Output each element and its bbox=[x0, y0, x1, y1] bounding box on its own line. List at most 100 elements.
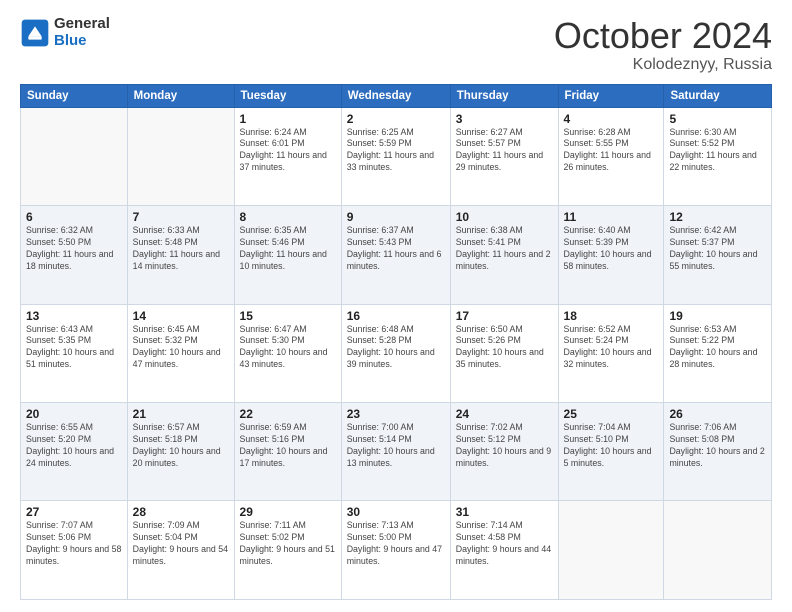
day-number: 18 bbox=[564, 309, 659, 323]
table-row: 8Sunrise: 6:35 AM Sunset: 5:46 PM Daylig… bbox=[234, 206, 341, 304]
table-row: 13Sunrise: 6:43 AM Sunset: 5:35 PM Dayli… bbox=[21, 304, 128, 402]
day-number: 26 bbox=[669, 407, 766, 421]
day-number: 12 bbox=[669, 210, 766, 224]
header-tuesday: Tuesday bbox=[234, 84, 341, 107]
day-number: 13 bbox=[26, 309, 122, 323]
table-row: 28Sunrise: 7:09 AM Sunset: 5:04 PM Dayli… bbox=[127, 501, 234, 600]
day-info: Sunrise: 6:59 AM Sunset: 5:16 PM Dayligh… bbox=[240, 422, 328, 468]
table-row: 2Sunrise: 6:25 AM Sunset: 5:59 PM Daylig… bbox=[341, 107, 450, 205]
title-block: October 2024 Kolodeznyy, Russia bbox=[554, 16, 772, 74]
table-row: 14Sunrise: 6:45 AM Sunset: 5:32 PM Dayli… bbox=[127, 304, 234, 402]
table-row: 16Sunrise: 6:48 AM Sunset: 5:28 PM Dayli… bbox=[341, 304, 450, 402]
day-info: Sunrise: 6:33 AM Sunset: 5:48 PM Dayligh… bbox=[133, 225, 220, 271]
day-info: Sunrise: 7:02 AM Sunset: 5:12 PM Dayligh… bbox=[456, 422, 551, 468]
table-row: 7Sunrise: 6:33 AM Sunset: 5:48 PM Daylig… bbox=[127, 206, 234, 304]
day-number: 9 bbox=[347, 210, 445, 224]
day-info: Sunrise: 6:50 AM Sunset: 5:26 PM Dayligh… bbox=[456, 324, 544, 370]
table-row: 22Sunrise: 6:59 AM Sunset: 5:16 PM Dayli… bbox=[234, 403, 341, 501]
day-info: Sunrise: 6:25 AM Sunset: 5:59 PM Dayligh… bbox=[347, 127, 434, 173]
day-number: 7 bbox=[133, 210, 229, 224]
day-number: 21 bbox=[133, 407, 229, 421]
table-row: 19Sunrise: 6:53 AM Sunset: 5:22 PM Dayli… bbox=[664, 304, 772, 402]
table-row: 20Sunrise: 6:55 AM Sunset: 5:20 PM Dayli… bbox=[21, 403, 128, 501]
day-number: 1 bbox=[240, 112, 336, 126]
day-info: Sunrise: 6:48 AM Sunset: 5:28 PM Dayligh… bbox=[347, 324, 435, 370]
header-friday: Friday bbox=[558, 84, 664, 107]
day-number: 25 bbox=[564, 407, 659, 421]
logo-general-text: General bbox=[54, 16, 110, 33]
table-row: 23Sunrise: 7:00 AM Sunset: 5:14 PM Dayli… bbox=[341, 403, 450, 501]
day-number: 15 bbox=[240, 309, 336, 323]
day-number: 28 bbox=[133, 505, 229, 519]
day-number: 11 bbox=[564, 210, 659, 224]
header-saturday: Saturday bbox=[664, 84, 772, 107]
day-number: 27 bbox=[26, 505, 122, 519]
day-info: Sunrise: 6:32 AM Sunset: 5:50 PM Dayligh… bbox=[26, 225, 113, 271]
day-info: Sunrise: 6:37 AM Sunset: 5:43 PM Dayligh… bbox=[347, 225, 442, 271]
table-row: 27Sunrise: 7:07 AM Sunset: 5:06 PM Dayli… bbox=[21, 501, 128, 600]
header-monday: Monday bbox=[127, 84, 234, 107]
day-info: Sunrise: 7:11 AM Sunset: 5:02 PM Dayligh… bbox=[240, 520, 335, 566]
table-row: 18Sunrise: 6:52 AM Sunset: 5:24 PM Dayli… bbox=[558, 304, 664, 402]
day-info: Sunrise: 7:07 AM Sunset: 5:06 PM Dayligh… bbox=[26, 520, 121, 566]
table-row: 31Sunrise: 7:14 AM Sunset: 4:58 PM Dayli… bbox=[450, 501, 558, 600]
day-number: 8 bbox=[240, 210, 336, 224]
day-info: Sunrise: 6:45 AM Sunset: 5:32 PM Dayligh… bbox=[133, 324, 221, 370]
day-number: 20 bbox=[26, 407, 122, 421]
table-row bbox=[127, 107, 234, 205]
day-number: 5 bbox=[669, 112, 766, 126]
logo: General Blue bbox=[20, 16, 110, 49]
day-info: Sunrise: 6:38 AM Sunset: 5:41 PM Dayligh… bbox=[456, 225, 551, 271]
table-row: 6Sunrise: 6:32 AM Sunset: 5:50 PM Daylig… bbox=[21, 206, 128, 304]
table-row: 10Sunrise: 6:38 AM Sunset: 5:41 PM Dayli… bbox=[450, 206, 558, 304]
day-info: Sunrise: 6:55 AM Sunset: 5:20 PM Dayligh… bbox=[26, 422, 114, 468]
day-info: Sunrise: 6:27 AM Sunset: 5:57 PM Dayligh… bbox=[456, 127, 543, 173]
calendar-body: 1Sunrise: 6:24 AM Sunset: 6:01 PM Daylig… bbox=[21, 107, 772, 599]
day-number: 31 bbox=[456, 505, 553, 519]
table-row: 9Sunrise: 6:37 AM Sunset: 5:43 PM Daylig… bbox=[341, 206, 450, 304]
day-number: 16 bbox=[347, 309, 445, 323]
header-sunday: Sunday bbox=[21, 84, 128, 107]
header-thursday: Thursday bbox=[450, 84, 558, 107]
day-info: Sunrise: 6:42 AM Sunset: 5:37 PM Dayligh… bbox=[669, 225, 757, 271]
day-info: Sunrise: 6:40 AM Sunset: 5:39 PM Dayligh… bbox=[564, 225, 652, 271]
day-info: Sunrise: 7:04 AM Sunset: 5:10 PM Dayligh… bbox=[564, 422, 652, 468]
table-row bbox=[558, 501, 664, 600]
table-row: 12Sunrise: 6:42 AM Sunset: 5:37 PM Dayli… bbox=[664, 206, 772, 304]
table-row: 24Sunrise: 7:02 AM Sunset: 5:12 PM Dayli… bbox=[450, 403, 558, 501]
day-info: Sunrise: 6:30 AM Sunset: 5:52 PM Dayligh… bbox=[669, 127, 756, 173]
table-row: 21Sunrise: 6:57 AM Sunset: 5:18 PM Dayli… bbox=[127, 403, 234, 501]
day-number: 6 bbox=[26, 210, 122, 224]
location-subtitle: Kolodeznyy, Russia bbox=[554, 56, 772, 74]
day-info: Sunrise: 6:35 AM Sunset: 5:46 PM Dayligh… bbox=[240, 225, 327, 271]
day-number: 17 bbox=[456, 309, 553, 323]
day-info: Sunrise: 7:09 AM Sunset: 5:04 PM Dayligh… bbox=[133, 520, 228, 566]
day-number: 24 bbox=[456, 407, 553, 421]
table-row bbox=[21, 107, 128, 205]
day-number: 2 bbox=[347, 112, 445, 126]
logo-icon bbox=[20, 18, 50, 48]
day-number: 3 bbox=[456, 112, 553, 126]
day-info: Sunrise: 7:06 AM Sunset: 5:08 PM Dayligh… bbox=[669, 422, 764, 468]
table-row: 29Sunrise: 7:11 AM Sunset: 5:02 PM Dayli… bbox=[234, 501, 341, 600]
table-row: 5Sunrise: 6:30 AM Sunset: 5:52 PM Daylig… bbox=[664, 107, 772, 205]
day-info: Sunrise: 7:00 AM Sunset: 5:14 PM Dayligh… bbox=[347, 422, 435, 468]
day-info: Sunrise: 7:14 AM Sunset: 4:58 PM Dayligh… bbox=[456, 520, 551, 566]
month-title: October 2024 bbox=[554, 16, 772, 56]
table-row: 17Sunrise: 6:50 AM Sunset: 5:26 PM Dayli… bbox=[450, 304, 558, 402]
day-info: Sunrise: 6:53 AM Sunset: 5:22 PM Dayligh… bbox=[669, 324, 757, 370]
table-row: 1Sunrise: 6:24 AM Sunset: 6:01 PM Daylig… bbox=[234, 107, 341, 205]
calendar-header: Sunday Monday Tuesday Wednesday Thursday… bbox=[21, 84, 772, 107]
calendar-table: Sunday Monday Tuesday Wednesday Thursday… bbox=[20, 84, 772, 600]
day-info: Sunrise: 6:43 AM Sunset: 5:35 PM Dayligh… bbox=[26, 324, 114, 370]
table-row: 11Sunrise: 6:40 AM Sunset: 5:39 PM Dayli… bbox=[558, 206, 664, 304]
calendar: Sunday Monday Tuesday Wednesday Thursday… bbox=[20, 84, 772, 600]
table-row: 3Sunrise: 6:27 AM Sunset: 5:57 PM Daylig… bbox=[450, 107, 558, 205]
table-row: 26Sunrise: 7:06 AM Sunset: 5:08 PM Dayli… bbox=[664, 403, 772, 501]
day-number: 22 bbox=[240, 407, 336, 421]
day-info: Sunrise: 7:13 AM Sunset: 5:00 PM Dayligh… bbox=[347, 520, 442, 566]
header-wednesday: Wednesday bbox=[341, 84, 450, 107]
day-number: 30 bbox=[347, 505, 445, 519]
day-info: Sunrise: 6:47 AM Sunset: 5:30 PM Dayligh… bbox=[240, 324, 328, 370]
day-number: 4 bbox=[564, 112, 659, 126]
